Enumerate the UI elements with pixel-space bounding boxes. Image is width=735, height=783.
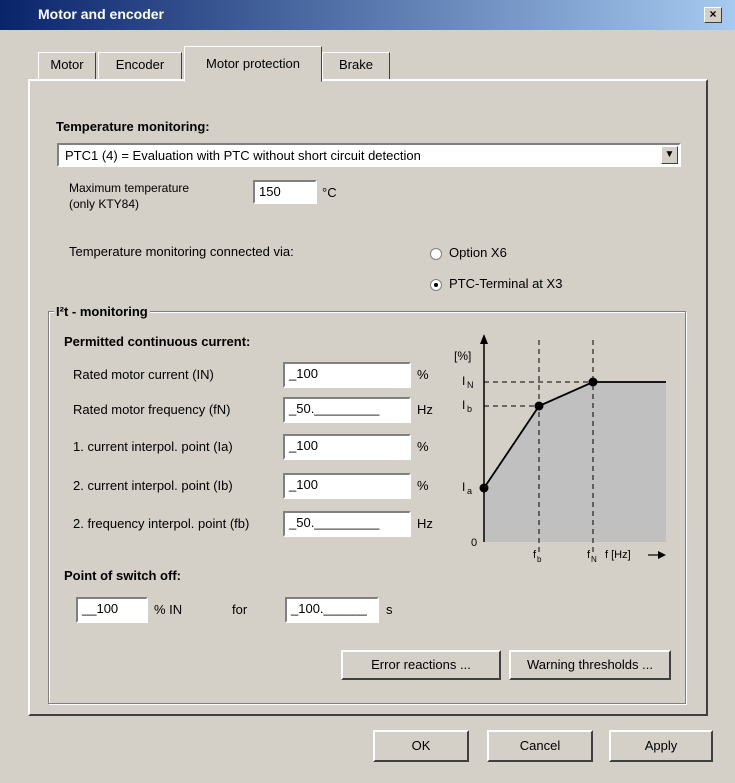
radio-selected-dot (434, 283, 438, 287)
label-in-sub: N (467, 380, 474, 390)
label-ia-sub: a (467, 486, 472, 496)
row-label-rated-current: Rated motor current (IN) (73, 367, 214, 382)
temperature-heading: Temperature monitoring: (56, 119, 210, 134)
ia-unit: % (417, 439, 429, 454)
x-axis-arrow (658, 551, 666, 559)
label-ib-sub: b (467, 404, 472, 414)
switch-off-time-input[interactable]: _100.______ (285, 597, 379, 623)
label-ia: I (462, 480, 465, 494)
chevron-down-icon[interactable]: ▼ (661, 146, 678, 164)
row-label-fb: 2. frequency interpol. point (fb) (73, 516, 250, 531)
cancel-label: Cancel (519, 738, 561, 753)
point-ia (479, 483, 489, 493)
radio-option-x6[interactable] (430, 248, 442, 260)
max-temp-input[interactable]: 150 (253, 180, 317, 204)
fb-input[interactable]: _50._________ (283, 511, 411, 537)
rated-current-unit: % (417, 367, 429, 382)
permitted-current-heading: Permitted continuous current: (64, 334, 251, 349)
ok-label: OK (411, 738, 431, 753)
fb-unit: Hz (417, 516, 433, 531)
close-button[interactable]: × (704, 7, 722, 23)
radio-option-x3-label[interactable]: PTC-Terminal at X3 (449, 276, 562, 291)
label-fn-sub: N (591, 555, 597, 564)
tab-brake[interactable]: Brake (322, 52, 390, 80)
radio-option-x6-label[interactable]: Option X6 (449, 245, 507, 260)
warning-thresholds-button[interactable]: Warning thresholds ... (509, 650, 671, 680)
switch-off-input[interactable]: __100 (76, 597, 148, 623)
max-temp-label: Maximum temperature (69, 181, 190, 195)
radio-option-x3[interactable] (430, 279, 442, 291)
label-in: I (462, 374, 465, 388)
switch-off-time-unit: s (386, 602, 393, 617)
tab-encoder[interactable]: Encoder (98, 52, 182, 80)
ib-unit: % (417, 478, 429, 493)
switch-off-heading: Point of switch off: (64, 568, 181, 583)
x-axis-label: f [Hz] (605, 549, 631, 561)
i2t-group-label: I²t - monitoring (54, 304, 150, 319)
point-in (588, 377, 598, 387)
tab-motor-protection[interactable]: Motor protection (184, 46, 322, 82)
label-fb-sub: b (537, 555, 542, 564)
switch-off-unit: % IN (154, 602, 183, 617)
ib-input[interactable]: _100 (283, 473, 411, 499)
y-axis-arrow (480, 334, 488, 344)
max-temp-unit: °C (322, 185, 337, 200)
temperature-mode-select[interactable]: PTC1 (4) = Evaluation with PTC without s… (57, 143, 681, 167)
row-label-ib: 2. current interpol. point (Ib) (73, 478, 233, 493)
apply-label: Apply (644, 738, 678, 753)
label-zero: 0 (471, 537, 477, 549)
rated-current-input[interactable]: _100 (283, 362, 411, 388)
rated-frequency-input[interactable]: _50._________ (283, 397, 411, 423)
y-unit-label: [%] (454, 349, 471, 363)
tab-motor[interactable]: Motor (38, 52, 96, 80)
i2t-characteristic-graph: [%] I N I b I a 0 f b f N f [Hz] (454, 334, 666, 564)
window-title: Motor and encoder (38, 6, 165, 22)
for-label: for (232, 602, 248, 617)
cancel-button[interactable]: Cancel (487, 730, 593, 762)
temperature-mode-value: PTC1 (4) = Evaluation with PTC without s… (65, 148, 421, 163)
row-label-ia: 1. current interpol. point (Ia) (73, 439, 233, 454)
point-ib (534, 401, 544, 411)
connected-via-label: Temperature monitoring connected via: (69, 244, 294, 259)
label-ib: I (462, 398, 465, 412)
ia-input[interactable]: _100 (283, 434, 411, 460)
ok-button[interactable]: OK (373, 730, 469, 762)
max-temp-label-note: (only KTY84) (69, 197, 140, 211)
apply-button[interactable]: Apply (609, 730, 713, 762)
error-reactions-button[interactable]: Error reactions ... (341, 650, 501, 680)
rated-frequency-unit: Hz (417, 402, 433, 417)
row-label-rated-frequency: Rated motor frequency (fN) (73, 402, 231, 417)
